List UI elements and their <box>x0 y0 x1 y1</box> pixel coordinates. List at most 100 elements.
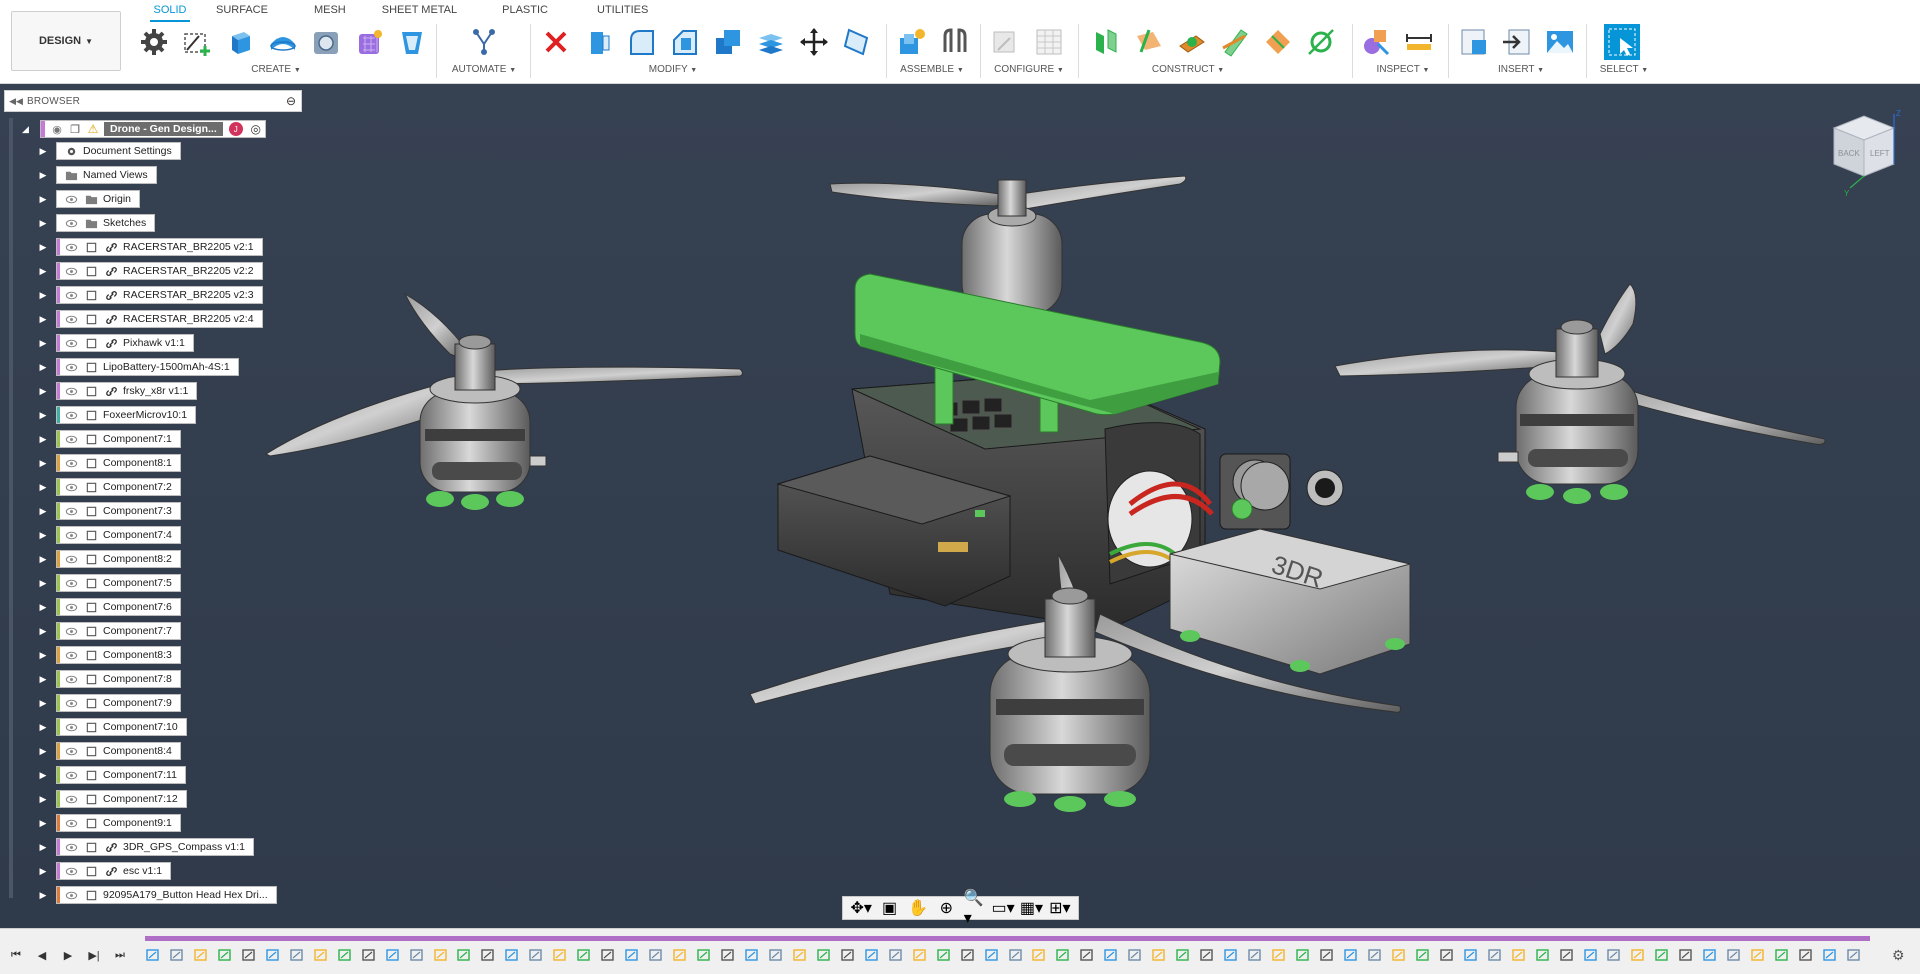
visibility-eye-icon[interactable] <box>63 239 79 255</box>
timeline-feature-icon[interactable] <box>1151 947 1167 963</box>
expand-arrow-icon[interactable]: ▶ <box>38 602 48 612</box>
timeline-feature-icon[interactable] <box>1463 947 1479 963</box>
fit-zoom-icon[interactable]: 🔍▾ <box>964 890 986 927</box>
timeline-feature-icon[interactable] <box>528 947 544 963</box>
timeline-feature-icon[interactable] <box>960 947 976 963</box>
timeline-feature-icon[interactable] <box>1175 947 1191 963</box>
visibility-eye-icon[interactable] <box>63 215 79 231</box>
browser-node[interactable]: Component7:2 <box>56 478 181 496</box>
timeline-feature-icon[interactable] <box>1295 947 1311 963</box>
timeline-feature-icon[interactable] <box>193 947 209 963</box>
timeline-feature-icon[interactable] <box>600 947 616 963</box>
browser-node[interactable]: Named Views <box>56 166 157 184</box>
timeline-feature-icon[interactable] <box>696 947 712 963</box>
visibility-eye-icon[interactable] <box>63 743 79 759</box>
warning-icon[interactable]: ⚠ <box>84 122 102 136</box>
timeline-feature-icon[interactable] <box>1031 947 1047 963</box>
expand-arrow-icon[interactable]: ▶ <box>38 722 48 732</box>
expand-arrow-icon[interactable]: ▶ <box>38 242 48 252</box>
visibility-eye-icon[interactable] <box>63 263 79 279</box>
timeline-feature-icon[interactable] <box>816 947 832 963</box>
camera[interactable] <box>1219 453 1344 530</box>
visibility-eye-icon[interactable] <box>63 311 79 327</box>
expand-arrow-icon[interactable]: ▶ <box>38 314 48 324</box>
canvas-viewport[interactable]: 3DR <box>0 84 1920 928</box>
display-settings-icon[interactable] <box>1358 24 1394 60</box>
timeline-feature-icon[interactable] <box>1606 947 1622 963</box>
select-arrow-icon[interactable] <box>1604 24 1640 60</box>
tab-mesh[interactable]: MESH <box>314 0 346 22</box>
visibility-eye-icon[interactable] <box>63 191 79 207</box>
timeline-feature-icon[interactable] <box>744 947 760 963</box>
browser-node[interactable]: 3DR_GPS_Compass v1:1 <box>56 838 254 856</box>
visibility-eye-icon[interactable] <box>63 527 79 543</box>
browser-node[interactable]: Component8:3 <box>56 646 181 664</box>
timeline-feature-icon[interactable] <box>1343 947 1359 963</box>
visibility-eye-icon[interactable] <box>63 671 79 687</box>
select-menu[interactable]: SELECT ▼ <box>1596 64 1652 75</box>
timeline-feature-icon[interactable] <box>289 947 305 963</box>
visibility-eye-icon[interactable] <box>63 839 79 855</box>
expand-arrow-icon[interactable]: ▶ <box>38 434 48 444</box>
visibility-eye-icon[interactable] <box>63 335 79 351</box>
offset-plane-icon[interactable] <box>1088 24 1124 60</box>
expand-arrow-icon[interactable]: ▶ <box>38 266 48 276</box>
visibility-eye-icon[interactable] <box>63 575 79 591</box>
visibility-eye-icon[interactable] <box>63 599 79 615</box>
go-to-end-icon[interactable]: ⏭ <box>112 947 128 963</box>
expand-arrow-icon[interactable]: ▶ <box>38 410 48 420</box>
workspace-switcher-button[interactable]: DESIGN ▼ <box>11 11 121 71</box>
timeline-feature-icon[interactable] <box>912 947 928 963</box>
timeline-feature-icon[interactable] <box>1654 947 1670 963</box>
browser-node[interactable]: LipoBattery-1500mAh-4S:1 <box>56 358 239 376</box>
browser-node[interactable]: esc v1:1 <box>56 862 172 880</box>
axis-through-cylinder-icon[interactable] <box>1303 24 1339 60</box>
expand-arrow-icon[interactable]: ▶ <box>38 194 48 204</box>
timeline-feature-icon[interactable] <box>768 947 784 963</box>
visibility-eye-icon[interactable] <box>63 407 79 423</box>
timeline-feature-icon[interactable] <box>840 947 856 963</box>
browser-node[interactable]: Component7:4 <box>56 526 181 544</box>
viewports-icon[interactable]: ⊞▾ <box>1049 899 1071 917</box>
visibility-eye-icon[interactable] <box>63 383 79 399</box>
timeline-feature-icon[interactable] <box>864 947 880 963</box>
expand-arrow-icon[interactable]: ▶ <box>38 506 48 516</box>
visibility-eye-icon[interactable]: ◉ <box>48 123 66 136</box>
timeline-feature-icon[interactable] <box>1535 947 1551 963</box>
browser-node[interactable]: Pixhawk v1:1 <box>56 334 194 352</box>
expand-arrow-icon[interactable]: ▶ <box>38 578 48 588</box>
timeline-feature-icon[interactable] <box>1391 947 1407 963</box>
viewcube-left-face[interactable]: LEFT <box>1870 149 1890 158</box>
step-forward-icon[interactable]: ▶| <box>86 947 102 963</box>
visibility-eye-icon[interactable] <box>63 503 79 519</box>
timeline-feature-icon[interactable] <box>1774 947 1790 963</box>
expand-arrow-icon[interactable]: ▶ <box>38 362 48 372</box>
tangent-plane-icon[interactable] <box>1174 24 1210 60</box>
shell-icon[interactable] <box>710 24 746 60</box>
browser-node[interactable]: RACERSTAR_BR2205 v2:1 <box>56 238 263 256</box>
expand-arrow-icon[interactable]: ▶ <box>38 554 48 564</box>
timeline-feature-icon[interactable] <box>1678 947 1694 963</box>
configuration-table-icon[interactable] <box>1031 24 1067 60</box>
expand-arrow-icon[interactable]: ▶ <box>38 818 48 828</box>
expand-arrow-icon[interactable]: ▶ <box>38 530 48 540</box>
timeline-feature-icon[interactable] <box>720 947 736 963</box>
timeline-feature-icon[interactable] <box>265 947 281 963</box>
timeline-feature-icon[interactable] <box>241 947 257 963</box>
expand-arrow-icon[interactable]: ▶ <box>38 482 48 492</box>
timeline-feature-icon[interactable] <box>217 947 233 963</box>
step-back-icon[interactable]: ◀ <box>34 947 50 963</box>
browser-node[interactable]: FoxeerMicrov10:1 <box>56 406 197 424</box>
visibility-eye-icon[interactable] <box>63 767 79 783</box>
visibility-eye-icon[interactable] <box>63 551 79 567</box>
timeline-feature-icon[interactable] <box>936 947 952 963</box>
timeline-feature-icon[interactable] <box>672 947 688 963</box>
timeline-feature-icon[interactable] <box>169 947 185 963</box>
timeline-feature-icon[interactable] <box>624 947 640 963</box>
browser-node[interactable]: Sketches <box>56 214 156 232</box>
timeline-feature-icon[interactable] <box>1008 947 1024 963</box>
tab-sheet-metal[interactable]: SHEET METAL <box>382 0 457 22</box>
expand-arrow-icon[interactable]: ▶ <box>38 674 48 684</box>
browser-node[interactable]: RACERSTAR_BR2205 v2:3 <box>56 286 263 304</box>
inspect-menu[interactable]: INSPECT ▼ <box>1358 64 1448 75</box>
